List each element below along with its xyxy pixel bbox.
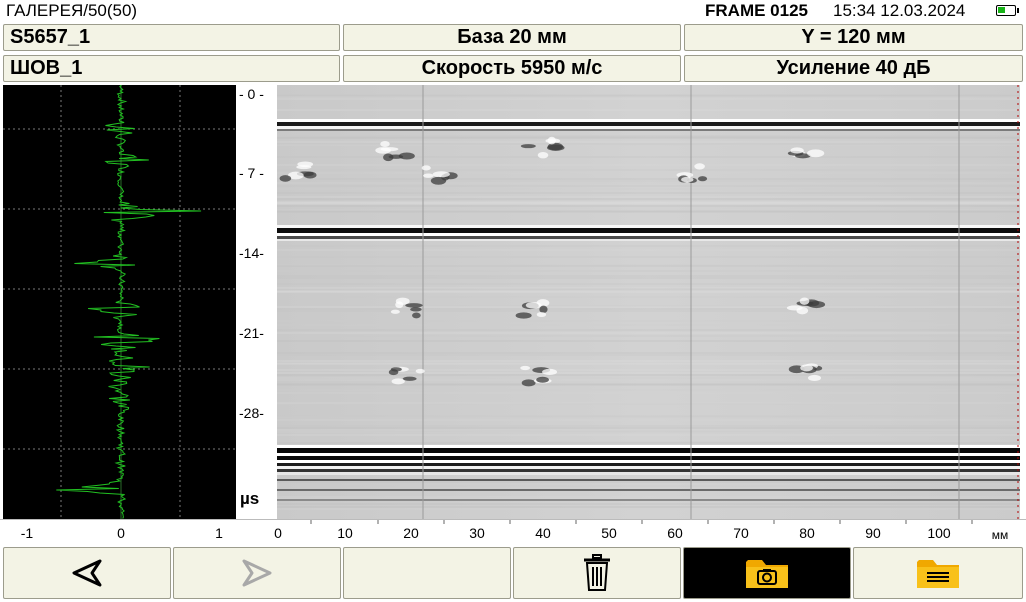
prev-arrow-icon: [72, 559, 102, 587]
distance-tick: 40: [535, 525, 551, 541]
y-position-field[interactable]: Y = 120 мм: [684, 24, 1023, 51]
frame-number: FRAME 0125: [705, 1, 808, 20]
battery-icon: [996, 5, 1019, 16]
distance-tick: 30: [469, 525, 485, 541]
distance-tick: 0: [274, 525, 282, 541]
time-tick: -28-: [239, 405, 264, 421]
distance-tick: 60: [667, 525, 683, 541]
b-scan-image[interactable]: [277, 85, 1020, 519]
time: 15:34: [833, 1, 876, 20]
ascan-x-tick: 0: [117, 525, 125, 541]
ascan-x-tick: 1: [215, 525, 223, 541]
a-scan-plot[interactable]: [3, 84, 236, 519]
gallery-counter: ГАЛЕРЕЯ/50(50): [6, 1, 138, 20]
empty-button[interactable]: [343, 547, 511, 599]
list-folder-button[interactable]: [853, 547, 1023, 599]
time-unit: µs: [240, 489, 260, 508]
distance-axis: -1 0 1 0 10 20 30 40 50 60 70 80 90 100 …: [0, 519, 1026, 545]
time-axis: - 0 - - 7 - -14- -21- -28- µs: [236, 85, 276, 519]
weld-name-field[interactable]: ШОВ_1: [3, 55, 340, 82]
folder-camera-icon: [746, 560, 788, 588]
b-scan-bands: [277, 85, 1020, 519]
scan-name-field[interactable]: S5657_1: [3, 24, 340, 51]
axis-ticks: [310, 520, 973, 524]
snapshot-folder-button[interactable]: [683, 547, 851, 599]
prev-button[interactable]: [3, 547, 171, 599]
base-field[interactable]: База 20 мм: [343, 24, 681, 51]
delete-button[interactable]: [513, 547, 681, 599]
distance-tick: 10: [337, 525, 353, 541]
next-button[interactable]: [173, 547, 341, 599]
time-tick: -21-: [239, 325, 264, 341]
folder-list-icon: [917, 560, 959, 588]
trash-icon: [584, 554, 610, 591]
distance-tick: 70: [733, 525, 749, 541]
status-bar: ГАЛЕРЕЯ/50(50) FRAME 0125 15:34 12.03.20…: [0, 0, 1026, 22]
distance-tick: 90: [865, 525, 881, 541]
time-tick: - 0 -: [239, 86, 264, 102]
time-tick: -14-: [239, 245, 264, 261]
distance-tick: 80: [799, 525, 815, 541]
next-arrow-icon: [242, 559, 272, 587]
time-tick: - 7 -: [239, 165, 264, 181]
ascan-x-tick: -1: [20, 525, 34, 541]
distance-tick: 50: [601, 525, 617, 541]
a-scan-trace: [3, 84, 236, 519]
gain-field[interactable]: Усиление 40 дБ: [684, 55, 1023, 82]
distance-tick: 20: [403, 525, 419, 541]
distance-unit: мм: [991, 528, 1009, 542]
speed-field[interactable]: Скорость 5950 м/с: [343, 55, 681, 82]
clock: 15:34 12.03.2024: [833, 1, 965, 21]
date: 12.03.2024: [880, 1, 966, 20]
distance-tick: 100: [927, 525, 951, 541]
